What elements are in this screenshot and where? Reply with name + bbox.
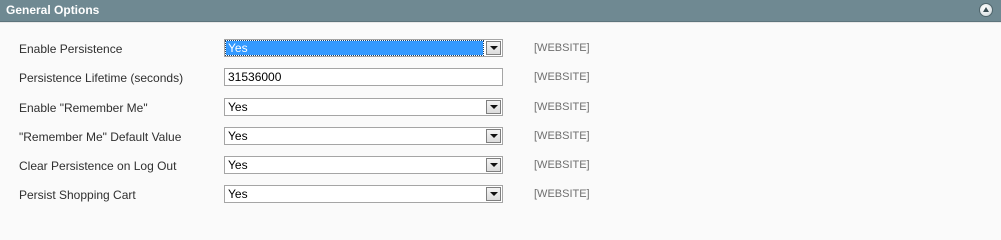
chevron-down-icon[interactable]	[486, 41, 501, 55]
option-row-persist-shopping-cart: Persist Shopping Cart Yes [WEBSITE]	[0, 185, 1001, 205]
chevron-down-icon[interactable]	[486, 187, 501, 201]
remember-me-default-value: Yes	[228, 129, 248, 143]
persist-shopping-cart-select[interactable]: Yes	[224, 185, 503, 203]
option-row-remember-me-default: "Remember Me" Default Value Yes [WEBSITE…	[0, 127, 1001, 147]
chevron-down-icon[interactable]	[486, 158, 501, 172]
scope-label: [WEBSITE]	[534, 188, 590, 200]
persist-shopping-cart-label: Persist Shopping Cart	[19, 188, 136, 202]
clear-persistence-label: Clear Persistence on Log Out	[19, 159, 177, 173]
persist-shopping-cart-value: Yes	[228, 187, 248, 201]
enable-remember-me-label: Enable "Remember Me"	[19, 101, 148, 115]
option-row-enable-persistence: Enable Persistence Yes [WEBSITE]	[0, 39, 1001, 59]
chevron-down-icon[interactable]	[486, 129, 501, 143]
option-row-persistence-lifetime: Persistence Lifetime (seconds) 31536000 …	[0, 68, 1001, 88]
clear-persistence-value: Yes	[228, 158, 248, 172]
enable-persistence-value: Yes	[225, 40, 484, 56]
scope-label: [WEBSITE]	[534, 42, 590, 54]
general-options-section: General Options Enable Persistence Yes […	[0, 0, 1001, 215]
section-title: General Options	[6, 3, 100, 17]
scope-label: [WEBSITE]	[534, 159, 590, 171]
enable-remember-me-select[interactable]: Yes	[224, 98, 503, 116]
collapse-up-icon[interactable]	[979, 3, 993, 17]
option-row-enable-remember-me: Enable "Remember Me" Yes [WEBSITE]	[0, 98, 1001, 118]
section-header[interactable]: General Options	[0, 0, 1001, 22]
persistence-lifetime-label: Persistence Lifetime (seconds)	[19, 71, 184, 85]
remember-me-default-label: "Remember Me" Default Value	[19, 130, 182, 144]
scope-label: [WEBSITE]	[534, 130, 590, 142]
option-row-clear-persistence: Clear Persistence on Log Out Yes [WEBSIT…	[0, 156, 1001, 176]
persistence-lifetime-input[interactable]: 31536000	[224, 68, 503, 86]
scope-label: [WEBSITE]	[534, 101, 590, 113]
enable-remember-me-value: Yes	[228, 100, 248, 114]
enable-persistence-label: Enable Persistence	[19, 42, 123, 56]
persistence-lifetime-value: 31536000	[228, 70, 282, 84]
remember-me-default-select[interactable]: Yes	[224, 127, 503, 145]
clear-persistence-select[interactable]: Yes	[224, 156, 503, 174]
enable-persistence-select[interactable]: Yes	[224, 39, 503, 57]
scope-label: [WEBSITE]	[534, 71, 590, 83]
options-form: Enable Persistence Yes [WEBSITE] Persist…	[0, 22, 1001, 215]
chevron-down-icon[interactable]	[486, 100, 501, 114]
